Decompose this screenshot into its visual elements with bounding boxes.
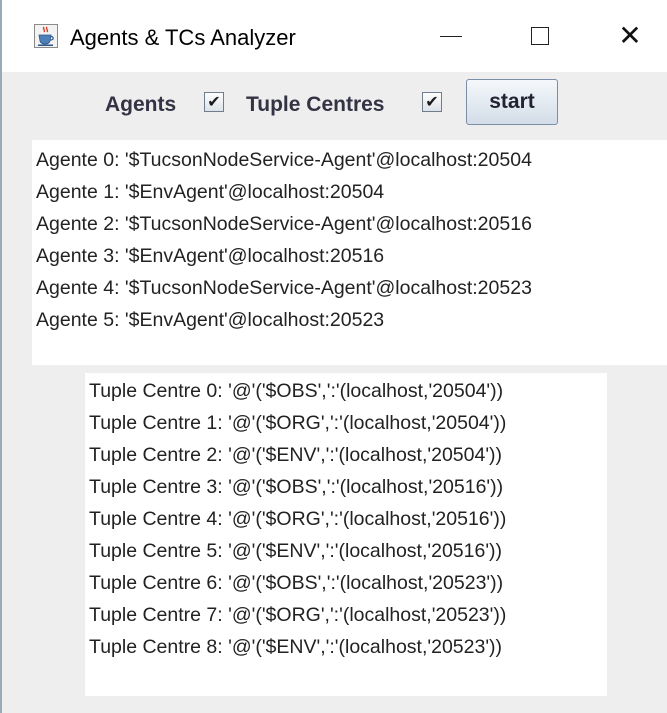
agent-list-item: Agente 1: '$EnvAgent'@localhost:20504	[36, 181, 385, 203]
analyzer-window: Agents & TCs Analyzer ✕ Agents ✔ Tuple C…	[0, 0, 667, 713]
java-cup-icon	[34, 24, 58, 48]
toolbar: Agents ✔ Tuple Centres ✔ start	[2, 72, 667, 134]
tuple-centres-checkbox-label[interactable]: Tuple Centres	[246, 93, 384, 117]
close-icon: ✕	[618, 19, 642, 52]
tuple-centre-list-item: Tuple Centre 8: '@'('$ENV',':'(localhost…	[89, 636, 503, 658]
tuple-centre-list-item: Tuple Centre 1: '@'('$ORG',':'(localhost…	[89, 412, 507, 434]
agent-list-item: Agente 0: '$TucsonNodeService-Agent'@loc…	[36, 149, 532, 171]
tuple-centre-list-item: Tuple Centre 3: '@'('$OBS',':'(localhost…	[89, 476, 504, 498]
agent-list-item: Agente 5: '$EnvAgent'@localhost:20523	[36, 309, 385, 331]
minimize-icon	[440, 35, 462, 37]
tuple-centre-list-item: Tuple Centre 5: '@'('$ENV',':'(localhost…	[89, 540, 503, 562]
tuple-centres-list: Tuple Centre 0: '@'('$OBS',':'(localhost…	[89, 375, 506, 663]
start-button[interactable]: start	[466, 79, 558, 125]
tuple-centre-list-item: Tuple Centre 6: '@'('$OBS',':'(localhost…	[89, 572, 504, 594]
tuple-centres-checkbox[interactable]: ✔	[422, 92, 442, 112]
agent-list-item: Agente 3: '$EnvAgent'@localhost:20516	[36, 245, 385, 267]
tuple-centre-list-item: Tuple Centre 7: '@'('$ORG',':'(localhost…	[89, 604, 507, 626]
title-bar[interactable]: Agents & TCs Analyzer ✕	[2, 0, 667, 72]
tuple-centre-list-item: Tuple Centre 4: '@'('$ORG',':'(localhost…	[89, 508, 507, 530]
agent-list-item: Agente 4: '$TucsonNodeService-Agent'@loc…	[36, 277, 532, 299]
minimize-button[interactable]	[428, 14, 474, 58]
maximize-icon	[531, 27, 549, 45]
tuple-centre-list-item: Tuple Centre 0: '@'('$OBS',':'(localhost…	[89, 380, 504, 402]
window-title: Agents & TCs Analyzer	[70, 25, 296, 50]
agents-list-panel[interactable]: Agente 0: '$TucsonNodeService-Agent'@loc…	[32, 140, 667, 365]
close-button[interactable]: ✕	[607, 14, 653, 58]
agents-checkbox-label[interactable]: Agents	[105, 93, 176, 117]
tuple-centre-list-item: Tuple Centre 2: '@'('$ENV',':'(localhost…	[89, 444, 503, 466]
agents-list: Agente 0: '$TucsonNodeService-Agent'@loc…	[36, 144, 532, 336]
maximize-button[interactable]	[517, 14, 563, 58]
agent-list-item: Agente 2: '$TucsonNodeService-Agent'@loc…	[36, 213, 532, 235]
agents-checkbox[interactable]: ✔	[204, 92, 224, 112]
tuple-centres-list-panel[interactable]: Tuple Centre 0: '@'('$OBS',':'(localhost…	[85, 373, 607, 696]
